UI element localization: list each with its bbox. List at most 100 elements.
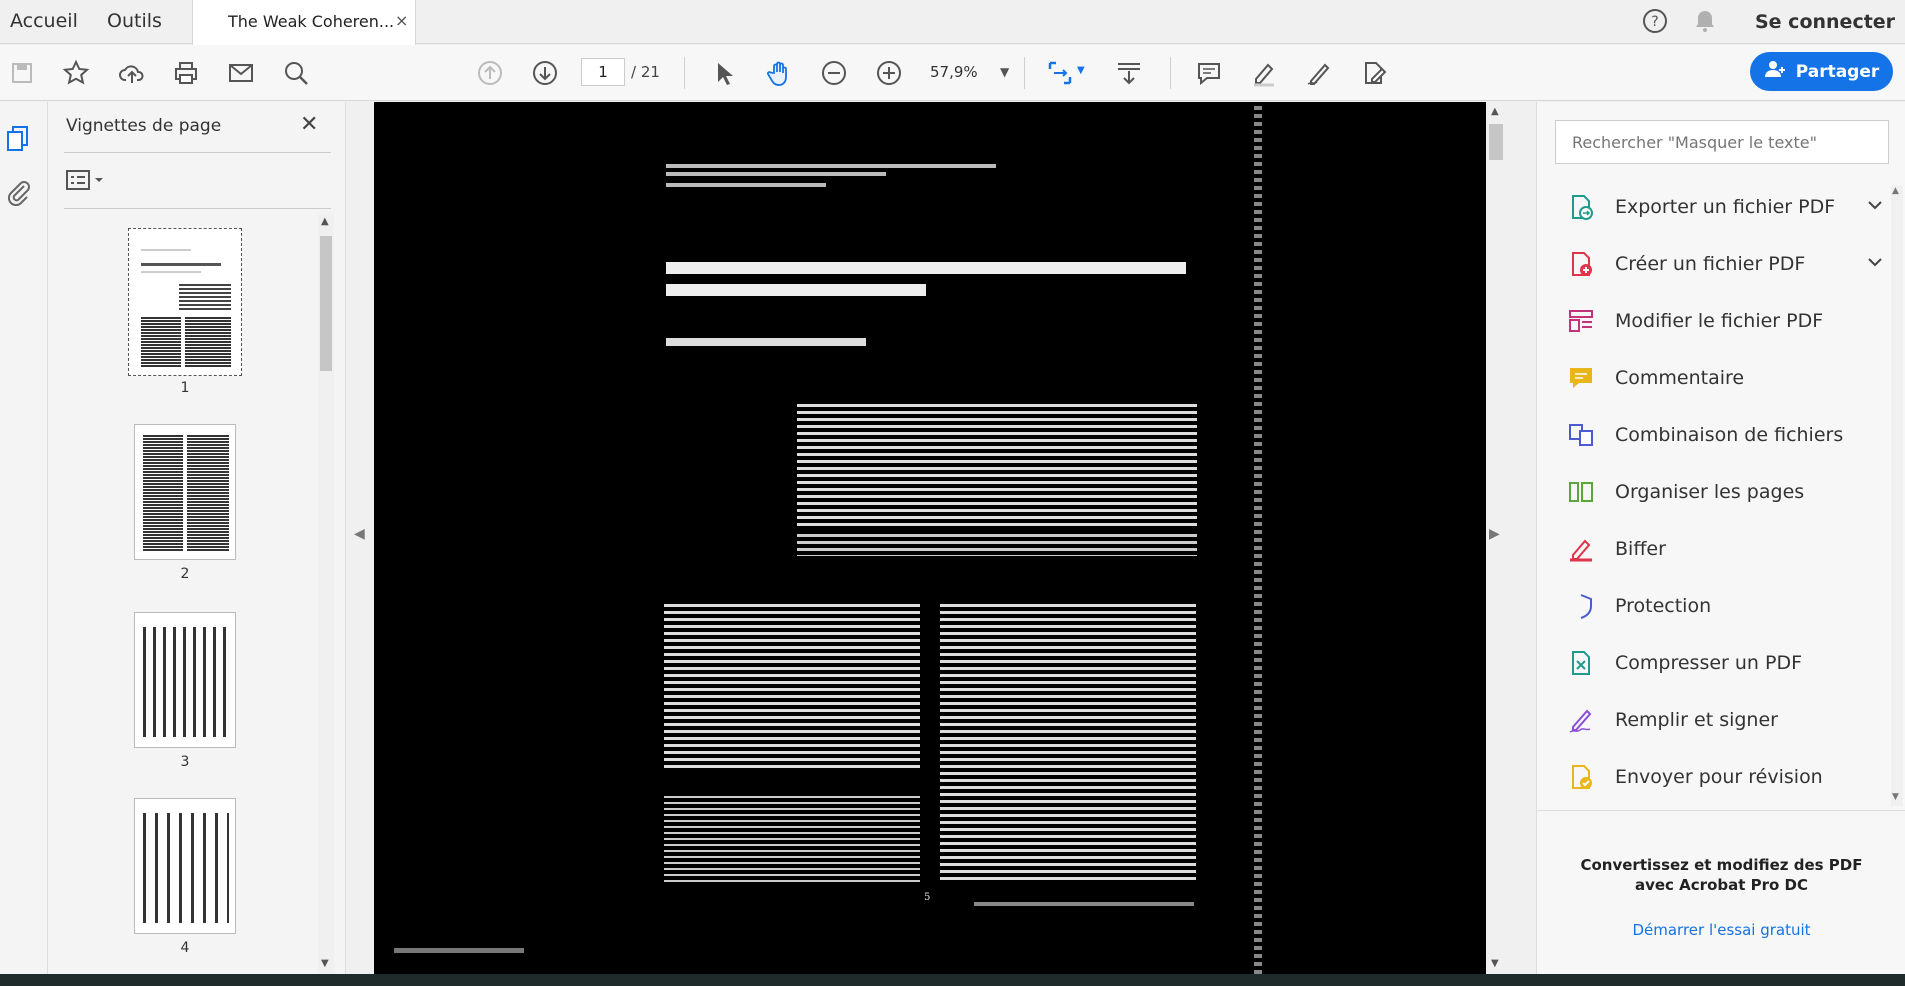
tab-close-icon[interactable]: × xyxy=(395,11,408,30)
share-button[interactable]: Partager xyxy=(1750,52,1893,91)
tools-scrollbar[interactable]: ▲ ▼ xyxy=(1891,186,1903,806)
thumbnail-options-button[interactable] xyxy=(66,168,116,192)
tool-label: Modifier le fichier PDF xyxy=(1615,310,1824,332)
export-pdf-icon xyxy=(1567,193,1595,221)
menu-bar: Accueil Outils The Weak Coheren... × ? S… xyxy=(0,0,1905,45)
chevron-down-icon[interactable] xyxy=(1867,254,1883,274)
tool-fill-sign[interactable]: Remplir et signer xyxy=(1567,700,1778,740)
organize-pages-icon xyxy=(1567,478,1595,506)
thumbnail-page-4[interactable] xyxy=(134,798,236,934)
tool-label: Envoyer pour révision xyxy=(1615,766,1823,788)
tool-label: Exporter un fichier PDF xyxy=(1615,196,1836,218)
left-rail xyxy=(0,102,48,974)
zoom-out-icon[interactable] xyxy=(818,57,850,89)
fit-page-chevron-icon[interactable]: ▼ xyxy=(1077,65,1085,76)
create-pdf-icon xyxy=(1567,250,1595,278)
next-page-icon[interactable] xyxy=(529,57,561,89)
tool-label: Créer un fichier PDF xyxy=(1615,253,1806,275)
thumbnails-panel: Vignettes de page ✕ 1 2 3 4 ▲ ▼ xyxy=(48,102,346,974)
help-icon[interactable]: ? xyxy=(1642,8,1668,34)
share-label: Partager xyxy=(1795,61,1880,82)
bookmark-star-icon[interactable] xyxy=(60,57,92,89)
save-icon[interactable] xyxy=(6,57,38,89)
tools-search-input[interactable] xyxy=(1555,120,1889,164)
close-panel-icon[interactable]: ✕ xyxy=(300,112,318,137)
document-scrollbar[interactable]: ▲ ▶ ▼ xyxy=(1486,102,1506,974)
promo-text: Convertissez et modifiez des PDF avec Ac… xyxy=(1537,855,1905,895)
collapse-left-panel[interactable]: ◀ xyxy=(346,102,374,974)
tool-compress-pdf[interactable]: Compresser un PDF xyxy=(1567,643,1802,683)
tool-label: Protection xyxy=(1615,595,1712,617)
tool-label: Commentaire xyxy=(1615,367,1745,389)
page-number-input[interactable]: 1 xyxy=(581,58,625,86)
zoom-level-select[interactable]: 57,9% ▼ xyxy=(930,58,1018,86)
menu-tools[interactable]: Outils xyxy=(107,10,162,32)
tool-send-review[interactable]: Envoyer pour révision xyxy=(1567,757,1823,797)
scroll-mode-icon[interactable] xyxy=(1113,57,1145,89)
svg-text:?: ? xyxy=(1651,14,1658,30)
promo-line-2: avec Acrobat Pro DC xyxy=(1634,876,1809,894)
thumbnail-scrollbar[interactable]: ▲ ▼ xyxy=(318,214,334,974)
highlight-pen-icon[interactable] xyxy=(1248,57,1280,89)
os-taskbar xyxy=(0,974,1905,986)
email-icon[interactable] xyxy=(225,57,257,89)
thumbnail-page-3[interactable] xyxy=(134,612,236,748)
thumbnail-page-1[interactable] xyxy=(128,228,242,376)
tab-title: The Weak Coheren... xyxy=(228,12,395,31)
compress-pdf-icon xyxy=(1567,649,1595,677)
promo-box: Convertissez et modifiez des PDF avec Ac… xyxy=(1537,810,1905,974)
thumbnail-page-2[interactable] xyxy=(134,424,236,560)
promo-line-1: Convertissez et modifiez des PDF xyxy=(1580,856,1863,874)
comment-icon[interactable] xyxy=(1193,57,1225,89)
send-review-icon xyxy=(1567,763,1595,791)
tool-protect[interactable]: Protection xyxy=(1567,586,1711,626)
start-trial-link[interactable]: Démarrer l'essai gratuit xyxy=(1537,921,1905,939)
tool-label: Organiser les pages xyxy=(1615,481,1805,503)
zoom-level-value: 57,9% xyxy=(930,63,978,81)
tool-label: Biffer xyxy=(1615,538,1666,560)
attachments-paperclip-icon[interactable] xyxy=(4,178,34,208)
fit-page-icon[interactable] xyxy=(1044,57,1076,89)
redact-icon xyxy=(1567,535,1595,563)
scroll-down-icon[interactable]: ▼ xyxy=(1491,958,1499,969)
sign-in-link[interactable]: Se connecter xyxy=(1755,11,1895,33)
tool-redact[interactable]: Biffer xyxy=(1567,529,1666,569)
document-tab[interactable]: The Weak Coheren... × xyxy=(192,0,416,45)
menu-home[interactable]: Accueil xyxy=(10,10,78,32)
tool-combine-files[interactable]: Combinaison de fichiers xyxy=(1567,415,1843,455)
chevron-down-icon: ▼ xyxy=(1000,65,1010,79)
select-cursor-icon[interactable] xyxy=(708,57,740,89)
page-footer-number: 5 xyxy=(924,892,931,903)
thumbnail-label-4: 4 xyxy=(180,940,190,956)
chevron-down-icon[interactable] xyxy=(1867,197,1883,217)
tool-label: Combinaison de fichiers xyxy=(1615,424,1844,446)
edit-tools-icon[interactable] xyxy=(1358,57,1390,89)
previous-page-icon[interactable] xyxy=(474,57,506,89)
print-icon[interactable] xyxy=(170,57,202,89)
add-user-icon xyxy=(1764,59,1786,84)
search-zoom-icon[interactable] xyxy=(280,57,312,89)
tool-export-pdf[interactable]: Exporter un fichier PDF xyxy=(1567,187,1882,227)
tool-edit-pdf[interactable]: Modifier le fichier PDF xyxy=(1567,301,1823,341)
main-toolbar: 1 / 21 57,9% ▼ ▼ Partager xyxy=(0,45,1905,101)
scroll-up-icon[interactable]: ▲ xyxy=(1491,106,1499,117)
scroll-up-icon[interactable]: ▲ xyxy=(321,216,329,227)
thumbnail-label-2: 2 xyxy=(180,566,190,582)
tool-label: Compresser un PDF xyxy=(1615,652,1803,674)
chevron-left-icon[interactable]: ◀ xyxy=(354,526,365,542)
notifications-bell-icon[interactable] xyxy=(1693,9,1719,35)
draw-signature-icon[interactable] xyxy=(1303,57,1335,89)
zoom-in-icon[interactable] xyxy=(873,57,905,89)
document-view[interactable]: 5 xyxy=(374,102,1486,974)
comment-icon xyxy=(1567,364,1595,392)
scroll-down-icon[interactable]: ▼ xyxy=(321,958,329,969)
edit-pdf-icon xyxy=(1567,307,1595,335)
chevron-right-icon[interactable]: ▶ xyxy=(1489,526,1500,542)
hand-tool-icon[interactable] xyxy=(763,57,795,89)
tool-comment[interactable]: Commentaire xyxy=(1567,358,1744,398)
thumbnails-title: Vignettes de page xyxy=(66,116,222,136)
tool-organize-pages[interactable]: Organiser les pages xyxy=(1567,472,1804,512)
upload-cloud-icon[interactable] xyxy=(116,57,148,89)
tool-create-pdf[interactable]: Créer un fichier PDF xyxy=(1567,244,1882,284)
page-thumbnails-icon[interactable] xyxy=(4,124,34,154)
